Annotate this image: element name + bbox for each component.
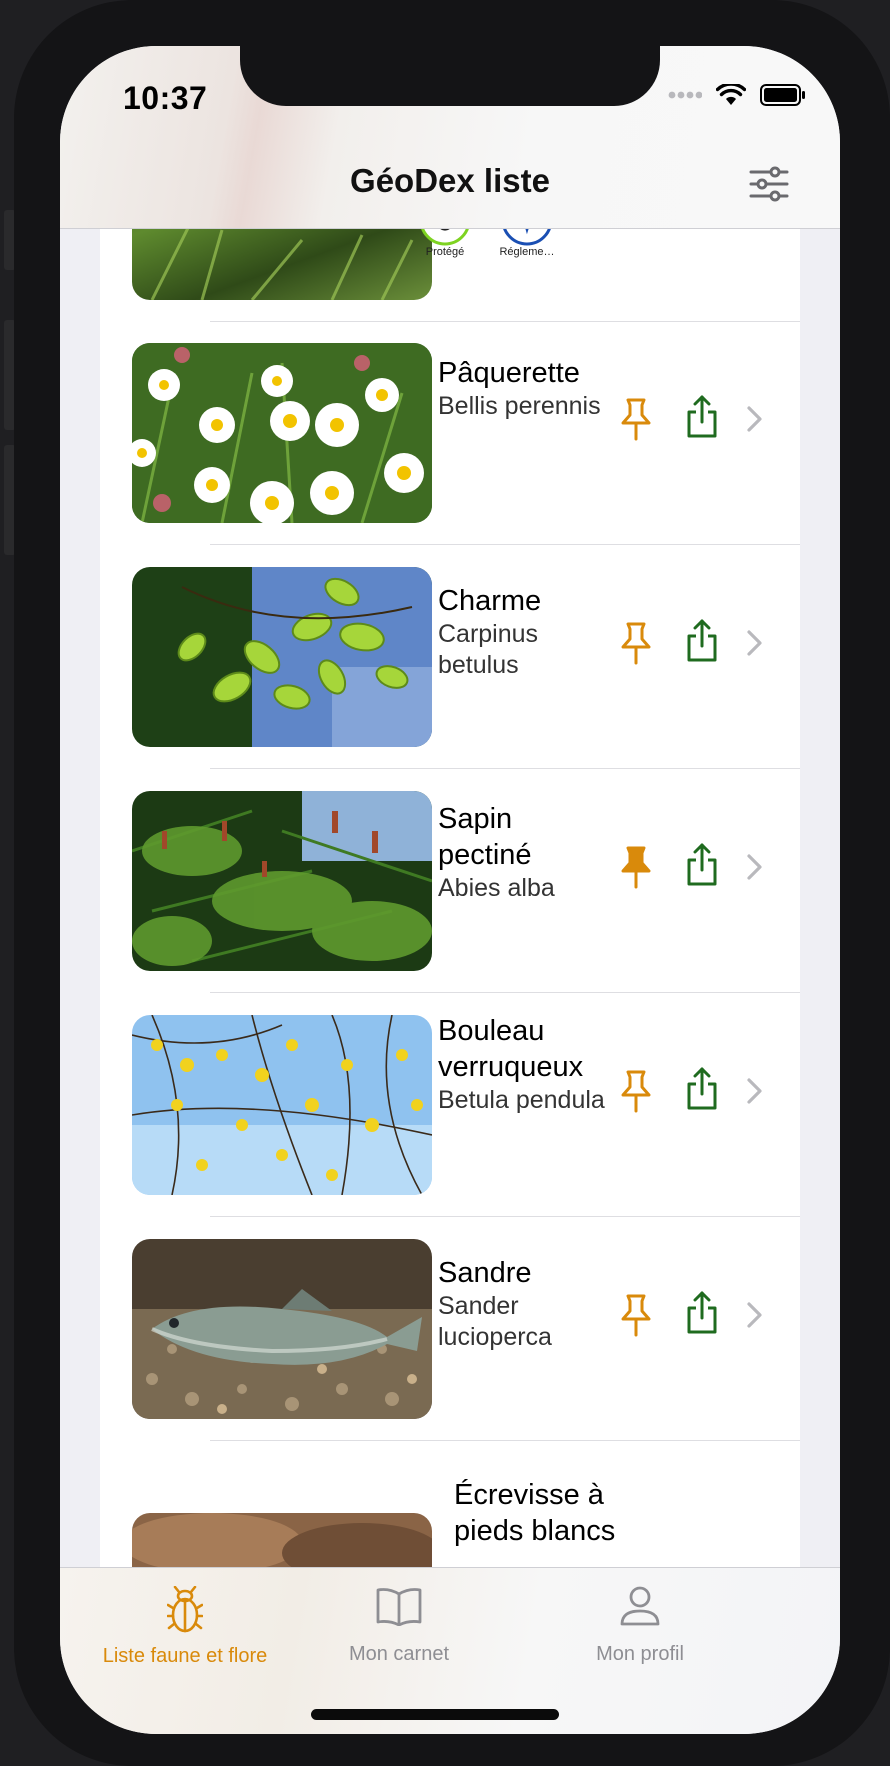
signal-dots-icon xyxy=(668,91,702,99)
species-latin-name: Sander lucioperca xyxy=(438,1292,552,1351)
share-icon[interactable] xyxy=(685,1067,719,1111)
list-item-sapin-pectine[interactable]: Sapin pectiné Abies alba xyxy=(100,769,800,993)
phone-screen: GéoDex liste 10:37 Protégé Régleme… Pâqu… xyxy=(60,46,840,1734)
list-item-charme[interactable]: Charme Carpinus betulus xyxy=(100,545,800,769)
species-latin-name: Betula pendula xyxy=(438,1086,605,1114)
badge-label-protected: Protégé xyxy=(425,246,465,258)
pin-outline-icon[interactable] xyxy=(618,1293,654,1337)
badge-label-regulation: Régleme… xyxy=(499,246,555,258)
notch xyxy=(240,46,660,106)
species-names: Pâquerette Bellis perennis xyxy=(438,355,613,422)
chevron-right-icon[interactable] xyxy=(746,629,764,657)
chevron-right-icon[interactable] xyxy=(746,1301,764,1329)
species-names: Charme Carpinus betulus xyxy=(438,583,613,681)
species-names: Bouleau verruqueux Betula pendula xyxy=(438,1013,613,1116)
species-latin-name: Bellis perennis xyxy=(438,392,601,420)
list-item-sandre[interactable]: Sandre Sander lucioperca xyxy=(100,1217,800,1441)
pin-outline-icon[interactable] xyxy=(618,1069,654,1113)
species-common-name: Sandre xyxy=(438,1257,532,1289)
species-common-name: Pâquerette xyxy=(438,357,580,389)
list-item-paquerette[interactable]: Pâquerette Bellis perennis xyxy=(100,321,800,545)
species-names: Sandre Sander lucioperca xyxy=(438,1255,613,1353)
chevron-right-icon[interactable] xyxy=(746,853,764,881)
battery-icon xyxy=(760,84,805,106)
protected-badge: Protégé xyxy=(410,228,480,258)
species-list[interactable]: Protégé Régleme… Pâquerette Bellis peren… xyxy=(100,228,800,1613)
page-title: GéoDex liste xyxy=(350,162,550,199)
tab-label: Liste faune et flore xyxy=(102,1645,268,1667)
share-icon[interactable] xyxy=(685,843,719,887)
book-icon xyxy=(376,1588,422,1627)
share-icon[interactable] xyxy=(685,395,719,439)
person-icon xyxy=(620,1586,660,1626)
species-photo xyxy=(132,1015,432,1195)
tab-label: Mon profil xyxy=(596,1643,684,1665)
species-photo xyxy=(132,228,432,300)
status-time: 10:37 xyxy=(123,80,208,116)
list-item-bouleau-verruqueux[interactable]: Bouleau verruqueux Betula pendula xyxy=(100,993,800,1217)
species-photo xyxy=(132,567,432,747)
chevron-right-icon[interactable] xyxy=(746,405,764,433)
tab-label: Mon carnet xyxy=(348,1643,450,1665)
pin-outline-icon[interactable] xyxy=(618,621,654,665)
species-photo xyxy=(132,791,432,971)
home-indicator[interactable] xyxy=(311,1709,559,1720)
list-item-partial[interactable]: Protégé Régleme… xyxy=(100,228,800,322)
species-latin-name: Carpinus betulus xyxy=(438,620,539,679)
species-common-name: Bouleau verruqueux xyxy=(438,1015,584,1083)
share-icon[interactable] xyxy=(685,619,719,663)
species-names: Sapin pectiné Abies alba xyxy=(438,801,613,904)
beetle-icon xyxy=(166,1585,204,1633)
tab-mon-profil[interactable]: Mon profil xyxy=(515,1586,765,1666)
chevron-right-icon[interactable] xyxy=(746,1077,764,1105)
tab-mon-carnet[interactable]: Mon carnet xyxy=(274,1586,524,1666)
species-common-name: Sapin pectiné xyxy=(438,803,532,871)
status-icons xyxy=(668,84,806,106)
species-latin-name: Abies alba xyxy=(438,874,555,902)
wifi-icon xyxy=(716,84,746,105)
share-icon[interactable] xyxy=(685,1291,719,1335)
pin-outline-icon[interactable] xyxy=(618,397,654,441)
sliders-icon[interactable] xyxy=(748,166,790,202)
species-photo xyxy=(132,1239,432,1419)
species-common-name: Écrevisse à pieds blancs xyxy=(454,1479,616,1547)
pin-filled-icon[interactable] xyxy=(618,845,654,889)
tab-liste-faune-flore[interactable]: Liste faune et flore xyxy=(60,1585,310,1668)
species-photo xyxy=(132,343,432,523)
tab-bar: Liste faune et flore Mon carnet Mon prof… xyxy=(60,1567,840,1734)
regulation-badge: Régleme… xyxy=(492,228,562,258)
species-common-name: Charme xyxy=(438,585,542,617)
species-names: Écrevisse à pieds blancs xyxy=(454,1477,654,1549)
